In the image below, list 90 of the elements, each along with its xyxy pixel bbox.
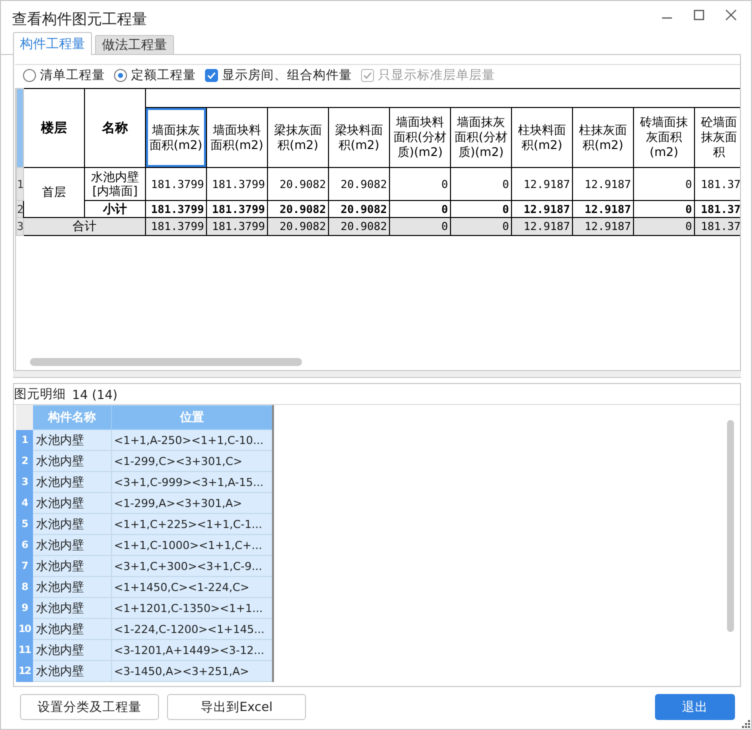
tab[interactable]: 构件工程量	[13, 32, 92, 55]
table-cell: 20.9082	[328, 168, 390, 200]
option-label: 定额工程量	[131, 66, 196, 84]
radio-button[interactable]	[23, 68, 36, 82]
table-cell: 0	[634, 168, 694, 200]
row-number: 3	[16, 472, 32, 492]
table-cell[interactable]: 水池内壁	[32, 514, 112, 534]
row-number: 10	[16, 618, 32, 640]
row-number: 5	[16, 514, 32, 534]
option-label: 清单工程量	[40, 66, 105, 84]
column-header[interactable]: 墙面块料面积(m2)	[206, 108, 268, 168]
table-cell[interactable]: 水池内壁	[32, 534, 112, 556]
table-cell: 0	[390, 218, 450, 236]
table-cell[interactable]: 水池内壁	[32, 556, 112, 576]
table-cell: 0	[634, 218, 694, 236]
resize-grip-icon[interactable]	[742, 720, 750, 728]
action-button[interactable]: 导出到Excel	[167, 694, 306, 720]
table-cell[interactable]: 水池内壁	[32, 618, 112, 640]
vertical-scrollbar[interactable]	[727, 420, 734, 632]
table-cell: 20.9082	[268, 218, 328, 236]
horizontal-scrollbar[interactable]	[30, 358, 302, 366]
table-cell[interactable]: <1+1201,C-1350><1+1...	[112, 598, 272, 618]
table-cell: 0	[450, 168, 512, 200]
tab[interactable]: 做法工程量	[95, 35, 174, 54]
table-cell: 181.3799	[206, 168, 268, 200]
radio-button[interactable]	[114, 68, 127, 82]
column-header[interactable]: 砖墙面抹灰面积(m2)	[634, 108, 694, 168]
table-cell: 20.9082	[328, 218, 390, 236]
row-number: 7	[16, 556, 32, 576]
table-cell[interactable]: <1-299,A><3+301,A>	[112, 492, 272, 514]
table-cell: 12.9187	[572, 218, 634, 236]
table-cell[interactable]: <1+1,A-250><1+1,C-10...	[112, 430, 272, 450]
table-cell[interactable]: <1+1,C-1000><1+1,C+...	[112, 534, 272, 556]
option-label: 只显示标准层单层量	[378, 66, 495, 84]
table-cell[interactable]: <1+1,C+225><1+1,C-1...	[112, 514, 272, 534]
table-cell[interactable]: 水池内壁	[32, 450, 112, 472]
close-icon[interactable]	[725, 9, 737, 21]
exit-button[interactable]: 退出	[655, 694, 735, 720]
column-header[interactable]: 梁抹灰面积(m2)	[268, 108, 328, 168]
table-cell: 181.3799	[206, 218, 268, 236]
table-cell[interactable]: <3+1,C-999><3+1,A-15...	[112, 472, 272, 492]
column-header[interactable]: 墙面抹灰面积(分材质)(m2)	[450, 108, 512, 168]
table-cell: 181.3799	[146, 218, 206, 236]
corner-cell	[16, 406, 32, 430]
panel-title: 图元明细	[14, 386, 66, 402]
table-cell[interactable]: <3-1450,A><3+251,A>	[112, 660, 272, 682]
column-header[interactable]: 名称	[84, 88, 146, 168]
table-cell: 181.3799	[146, 168, 206, 200]
row-number: 2	[16, 450, 32, 472]
table-cell[interactable]: <1+1450,C><1-224,C>	[112, 576, 272, 598]
checkbox[interactable]	[205, 68, 218, 82]
table-cell[interactable]: 水池内壁	[32, 492, 112, 514]
row-number: 9	[16, 598, 32, 618]
row-number: 2	[16, 200, 24, 218]
table-cell[interactable]: <3+1,C+300><3+1,C-9...	[112, 556, 272, 576]
column-header[interactable]: 墙面抹灰面积(m2)	[146, 108, 206, 168]
table-cell[interactable]: 水池内壁	[32, 660, 112, 682]
row-number: 12	[16, 660, 32, 682]
maximize-icon[interactable]	[693, 9, 705, 21]
column-header[interactable]: 柱抹灰面积(m2)	[572, 108, 634, 168]
column-header[interactable]: 柱块料面积(m2)	[512, 108, 572, 168]
column-header[interactable]: 墙面块料面积(分材质)(m2)	[390, 108, 450, 168]
table-cell[interactable]: 水池内壁	[32, 640, 112, 660]
table-cell: 0	[450, 218, 512, 236]
table-cell[interactable]: 水池内壁	[32, 472, 112, 492]
table-cell: 12.9187	[572, 168, 634, 200]
window-title: 查看构件图元工程量	[12, 10, 147, 28]
action-button[interactable]: 设置分类及工程量	[20, 694, 159, 720]
table-cell[interactable]: <1-299,C><3+301,C>	[112, 450, 272, 472]
table-cell: 水池内壁 [内墙面]	[84, 168, 146, 200]
table-cell[interactable]: <3-1201,A+1449><3-12...	[112, 640, 272, 660]
table-cell[interactable]: <1-224,C-1200><1+145...	[112, 618, 272, 640]
row-number: 4	[16, 492, 32, 514]
count-label: 14 (14)	[72, 386, 118, 402]
table-cell: 0	[390, 168, 450, 200]
column-header[interactable]: 梁块料面积(m2)	[328, 108, 390, 168]
table-cell[interactable]: 水池内壁	[32, 576, 112, 598]
row-number: 3	[16, 218, 24, 236]
table-cell[interactable]: 水池内壁	[32, 598, 112, 618]
row-number: 11	[16, 640, 32, 660]
row-number: 6	[16, 534, 32, 556]
table-cell[interactable]: 水池内壁	[32, 430, 112, 450]
table-cell: 合计	[24, 218, 146, 236]
table-cell: 12.9187	[512, 218, 572, 236]
table-cell: 20.9082	[268, 168, 328, 200]
column-header[interactable]: 楼层	[24, 88, 84, 168]
row-number: 8	[16, 576, 32, 598]
option-label: 显示房间、组合构件量	[222, 66, 352, 84]
row-number: 1	[16, 430, 32, 450]
table-cell: 12.9187	[512, 168, 572, 200]
